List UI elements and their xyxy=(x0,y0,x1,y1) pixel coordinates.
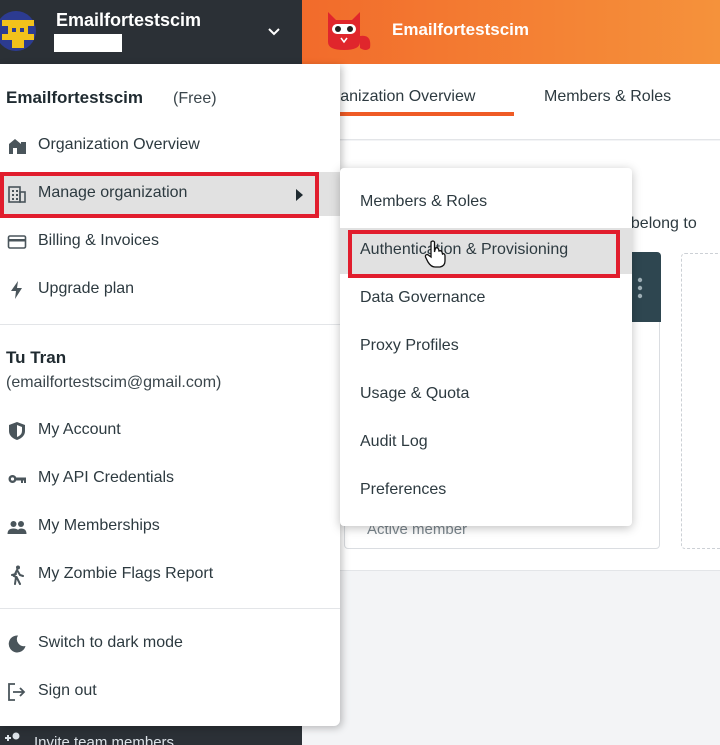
tab-members-roles[interactable]: Members & Roles xyxy=(544,88,671,106)
menu-item-label: My Memberships xyxy=(38,517,160,534)
submenu-item-label: Usage & Quota xyxy=(360,385,470,402)
menu-item-organization-overview[interactable]: Organization Overview xyxy=(0,124,340,168)
people-icon xyxy=(7,521,27,534)
chevron-down-icon[interactable] xyxy=(266,24,282,40)
org-name: Emailfortestscim xyxy=(56,10,202,30)
menu-item-label: Sign out xyxy=(38,682,97,699)
belong-text: : belong to xyxy=(622,215,697,232)
header-title: Emailfortestscim xyxy=(392,20,529,39)
manage-organization-submenu: Members & Roles Authentication & Provisi… xyxy=(340,168,632,526)
submenu-item-audit-log[interactable]: Audit Log xyxy=(340,420,632,466)
key-icon xyxy=(8,475,26,483)
credit-card-icon xyxy=(7,235,27,249)
submenu-item-label: Proxy Profiles xyxy=(360,337,459,354)
menu-item-my-account[interactable]: My Account xyxy=(0,409,340,453)
cat-logo-icon xyxy=(328,12,371,50)
account-dropdown: Emailfortestscim (Free) Organization Ove… xyxy=(0,64,340,726)
dropdown-org-name: Emailfortestscim xyxy=(6,88,143,107)
submenu-item-usage-quota[interactable]: Usage & Quota xyxy=(340,372,632,418)
hand-pointer-icon xyxy=(424,240,446,268)
menu-item-label: My Zombie Flags Report xyxy=(38,565,214,582)
menu-item-label: My API Credentials xyxy=(38,469,175,486)
more-vertical-icon[interactable] xyxy=(635,276,645,300)
moon-icon xyxy=(8,635,26,653)
invite-team-members[interactable]: Invite team members xyxy=(0,726,302,745)
invite-label: Invite team members xyxy=(34,734,175,745)
user-email: (emailfortestscim@gmail.com) xyxy=(6,374,222,391)
menu-item-label: Organization Overview xyxy=(38,136,200,153)
menu-item-label: Billing & Invoices xyxy=(38,232,159,249)
submenu-item-data-governance[interactable]: Data Governance xyxy=(340,276,632,322)
submenu-item-label: Preferences xyxy=(360,481,447,498)
plan-badge: (Free) xyxy=(173,90,217,107)
divider xyxy=(0,608,340,609)
highlight-box-authentication xyxy=(348,230,620,278)
submenu-item-label: Audit Log xyxy=(360,433,428,450)
building-icon xyxy=(9,139,26,154)
org-sub-redacted xyxy=(54,34,122,52)
submenu-item-preferences[interactable]: Preferences xyxy=(340,468,632,514)
menu-item-label: My Account xyxy=(38,421,121,438)
active-tab-indicator xyxy=(338,112,514,116)
submenu-item-members-roles[interactable]: Members & Roles xyxy=(340,180,632,226)
menu-item-label: Switch to dark mode xyxy=(38,634,183,651)
submenu-item-proxy-profiles[interactable]: Proxy Profiles xyxy=(340,324,632,370)
menu-item-upgrade-plan[interactable]: Upgrade plan xyxy=(0,268,340,312)
tab-bar: rganization Overview Members & Roles xyxy=(302,64,720,140)
submenu-item-label: Data Governance xyxy=(360,289,486,306)
sign-out-icon xyxy=(8,683,26,701)
tab-organization-overview[interactable]: rganization Overview xyxy=(326,88,475,106)
add-card-placeholder[interactable] xyxy=(681,253,720,549)
shield-icon xyxy=(9,422,25,440)
menu-item-sign-out[interactable]: Sign out xyxy=(0,670,340,714)
walking-person-icon xyxy=(11,565,24,585)
user-name: Tu Tran xyxy=(6,348,67,367)
org-avatar-icon xyxy=(0,11,36,51)
menu-item-dark-mode[interactable]: Switch to dark mode xyxy=(0,622,340,666)
menu-item-memberships[interactable]: My Memberships xyxy=(0,505,340,549)
add-person-icon xyxy=(5,732,20,741)
menu-item-api-credentials[interactable]: My API Credentials xyxy=(0,457,340,501)
menu-item-label: Upgrade plan xyxy=(38,280,135,297)
menu-item-billing[interactable]: Billing & Invoices xyxy=(0,220,340,264)
app-header: Emailfortestscim xyxy=(302,0,720,64)
highlight-box-manage xyxy=(0,172,319,218)
lightning-icon xyxy=(11,281,22,299)
divider xyxy=(0,324,340,325)
org-switcher[interactable]: Emailfortestscim xyxy=(0,0,302,64)
menu-item-zombie-flags[interactable]: My Zombie Flags Report xyxy=(0,553,340,597)
submenu-item-label: Members & Roles xyxy=(360,193,488,210)
